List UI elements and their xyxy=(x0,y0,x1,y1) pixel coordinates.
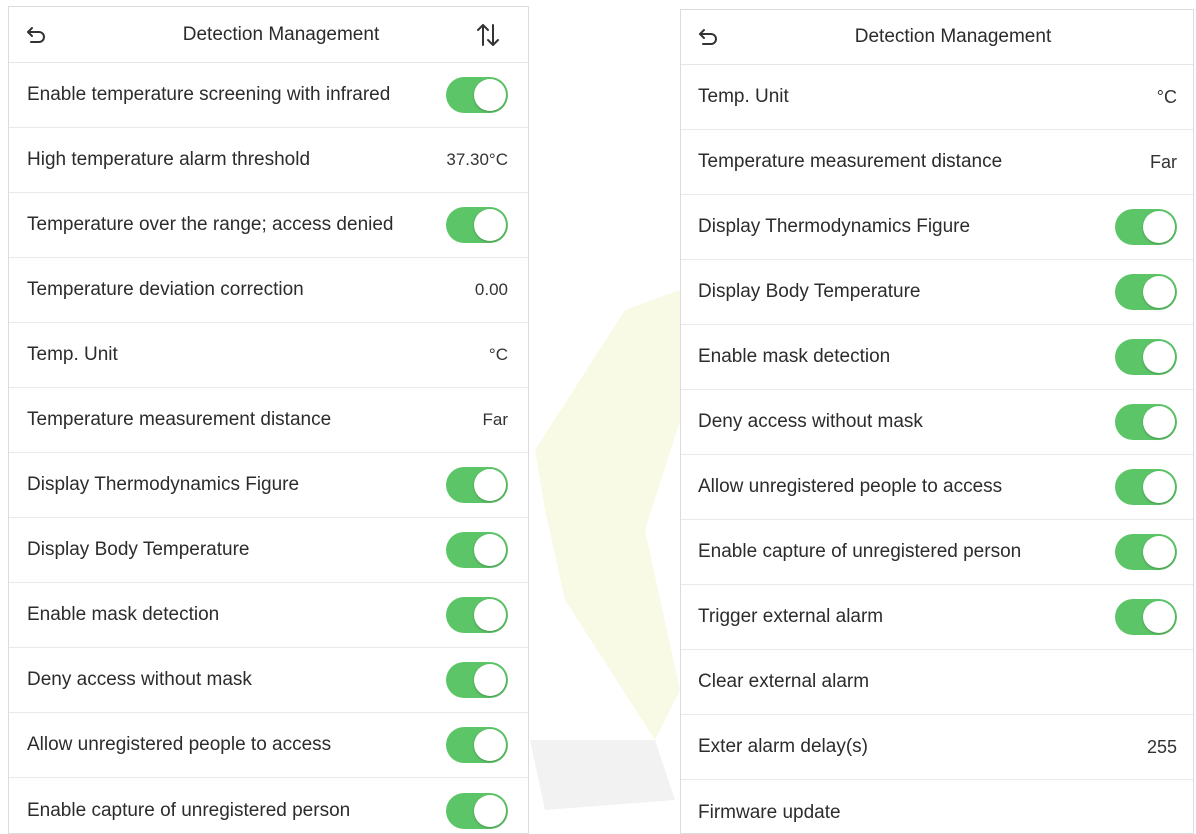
back-arrow-icon[interactable] xyxy=(697,26,721,48)
setting-value: 255 xyxy=(1146,736,1177,757)
stage: Detection Management Enable temperature … xyxy=(0,0,1196,834)
toggle-switch[interactable] xyxy=(1115,274,1177,310)
setting-row-enable-temperature-screening-with-infrared[interactable]: Enable temperature screening with infrar… xyxy=(9,63,528,128)
setting-row-display-thermodynamics-figure[interactable]: Display Thermodynamics Figure xyxy=(681,195,1193,260)
right-screen: Detection Management Temp. Unit °C Tempera… xyxy=(680,9,1194,834)
setting-row-allow-unregistered-people-to-access[interactable]: Allow unregistered people to access xyxy=(9,713,528,778)
toggle-knob xyxy=(474,664,506,696)
setting-row-firmware-update[interactable]: Firmware update xyxy=(681,780,1193,833)
setting-row-enable-mask-detection[interactable]: Enable mask detection xyxy=(9,583,528,648)
setting-label: Display Body Temperature xyxy=(27,539,250,560)
setting-label: Enable mask detection xyxy=(27,604,220,625)
setting-label: Allow unregistered people to access xyxy=(27,734,332,755)
toggle-knob xyxy=(474,599,506,631)
setting-row-enable-capture-of-unregistered-person[interactable]: Enable capture of unregistered person xyxy=(9,778,528,833)
toggle-knob xyxy=(1143,211,1175,243)
setting-label: Display Thermodynamics Figure xyxy=(27,474,300,495)
toggle-knob xyxy=(1143,471,1175,503)
setting-row-enable-capture-of-unregistered-person[interactable]: Enable capture of unregistered person xyxy=(681,520,1193,585)
setting-value: 37.30°C xyxy=(446,150,508,169)
setting-row-enable-mask-detection[interactable]: Enable mask detection xyxy=(681,325,1193,390)
toggle-knob xyxy=(1143,601,1175,633)
setting-value: 0.00 xyxy=(474,280,508,299)
toggle-switch[interactable] xyxy=(446,207,508,243)
setting-row-temp-unit[interactable]: Temp. Unit °C xyxy=(9,323,528,388)
setting-label: Temperature measurement distance xyxy=(698,151,1003,172)
toggle-knob xyxy=(1143,536,1175,568)
setting-value: Far xyxy=(482,410,509,429)
setting-row-trigger-external-alarm[interactable]: Trigger external alarm xyxy=(681,585,1193,650)
setting-label: Enable mask detection xyxy=(698,346,891,367)
setting-label: Exter alarm delay(s) xyxy=(698,736,868,757)
setting-row-display-thermodynamics-figure[interactable]: Display Thermodynamics Figure xyxy=(9,453,528,518)
setting-label: Trigger external alarm xyxy=(698,606,884,627)
left-screen: Detection Management Enable temperature … xyxy=(8,6,529,834)
setting-label: Temperature measurement distance xyxy=(27,409,332,430)
setting-value: °C xyxy=(488,345,508,364)
toggle-knob xyxy=(1143,341,1175,373)
setting-row-deny-access-without-mask[interactable]: Deny access without mask xyxy=(681,390,1193,455)
setting-value: Far xyxy=(1150,151,1177,172)
toggle-switch[interactable] xyxy=(446,532,508,568)
toggle-knob xyxy=(474,534,506,566)
page-title: Detection Management xyxy=(182,23,380,45)
toggle-switch[interactable] xyxy=(1115,339,1177,375)
setting-label: Enable temperature screening with infrar… xyxy=(27,84,391,105)
setting-label: Clear external alarm xyxy=(698,671,870,692)
toggle-knob xyxy=(474,729,506,761)
setting-label: Enable capture of unregistered person xyxy=(27,799,351,821)
setting-row-clear-external-alarm[interactable]: Clear external alarm xyxy=(681,650,1193,715)
toggle-knob xyxy=(474,469,506,501)
setting-label: Temperature deviation correction xyxy=(27,279,304,300)
left-settings-list: Enable temperature screening with infrar… xyxy=(9,63,528,833)
setting-label: Deny access without mask xyxy=(27,669,252,690)
setting-row-temperature-deviation-correction[interactable]: Temperature deviation correction 0.00 xyxy=(9,258,528,323)
toggle-switch[interactable] xyxy=(1115,209,1177,245)
setting-row-allow-unregistered-people-to-access[interactable]: Allow unregistered people to access xyxy=(681,455,1193,520)
toggle-switch[interactable] xyxy=(446,597,508,633)
toggle-switch[interactable] xyxy=(446,792,508,829)
toggle-knob xyxy=(1143,276,1175,308)
setting-label: High temperature alarm threshold xyxy=(27,149,311,170)
setting-label: Display Body Temperature xyxy=(698,281,921,302)
back-arrow-icon[interactable] xyxy=(25,24,49,46)
toggle-switch[interactable] xyxy=(1115,469,1177,505)
setting-label: Allow unregistered people to access xyxy=(698,476,1003,497)
toggle-knob xyxy=(474,79,506,111)
toggle-switch[interactable] xyxy=(446,77,508,113)
toggle-switch[interactable] xyxy=(1115,534,1177,570)
setting-row-high-temperature-alarm-threshold[interactable]: High temperature alarm threshold 37.30°C xyxy=(9,128,528,193)
toggle-switch[interactable] xyxy=(446,727,508,763)
toggle-knob xyxy=(1143,406,1175,438)
setting-row-temp-unit[interactable]: Temp. Unit °C xyxy=(681,65,1193,130)
setting-label: Temperature over the range; access denie… xyxy=(27,214,394,235)
left-header: Detection Management xyxy=(9,7,528,63)
setting-label: Display Thermodynamics Figure xyxy=(698,216,971,237)
toggle-switch[interactable] xyxy=(446,467,508,503)
setting-label: Enable capture of unregistered person xyxy=(698,541,1022,562)
page-title: Detection Management xyxy=(854,26,1052,47)
setting-row-deny-access-without-mask[interactable]: Deny access without mask xyxy=(9,648,528,713)
toggle-switch[interactable] xyxy=(446,662,508,698)
toggle-knob xyxy=(474,794,506,827)
setting-row-temperature-measurement-distance[interactable]: Temperature measurement distance Far xyxy=(9,388,528,453)
watermark-logo xyxy=(530,290,690,810)
sort-arrows-icon[interactable] xyxy=(474,22,502,48)
setting-row-display-body-temperature[interactable]: Display Body Temperature xyxy=(9,518,528,583)
setting-label: Temp. Unit xyxy=(698,86,789,107)
setting-label: Deny access without mask xyxy=(698,411,923,432)
toggle-switch[interactable] xyxy=(1115,404,1177,440)
setting-row-display-body-temperature[interactable]: Display Body Temperature xyxy=(681,260,1193,325)
setting-value: °C xyxy=(1156,86,1177,107)
setting-label: Temp. Unit xyxy=(27,344,118,365)
toggle-knob xyxy=(474,209,506,241)
right-header: Detection Management xyxy=(681,10,1193,65)
setting-row-temperature-measurement-distance[interactable]: Temperature measurement distance Far xyxy=(681,130,1193,195)
setting-row-exter-alarm-delay-s[interactable]: Exter alarm delay(s) 255 xyxy=(681,715,1193,780)
right-settings-list: Temp. Unit °C Temperature measurement dist… xyxy=(681,65,1193,833)
toggle-switch[interactable] xyxy=(1115,599,1177,635)
setting-label: Firmware update xyxy=(698,801,841,823)
setting-row-temperature-over-the-range-access-denied[interactable]: Temperature over the range; access denie… xyxy=(9,193,528,258)
